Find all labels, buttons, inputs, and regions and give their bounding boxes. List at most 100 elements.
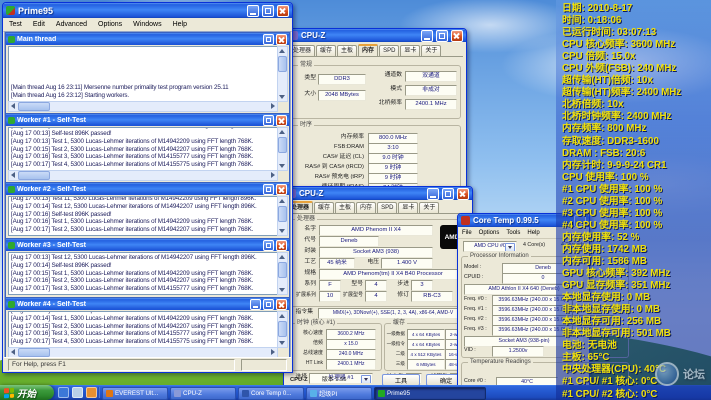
- close-icon[interactable]: [276, 34, 287, 45]
- scrollbar-thumb[interactable]: [18, 171, 50, 180]
- close-icon[interactable]: [276, 184, 287, 195]
- cpu-family-value: F: [319, 280, 341, 291]
- cpuz-tab[interactable]: 内存: [358, 44, 378, 56]
- clocks-group: 时钟 (核心 #1) 核心速度 3600.2 MHz 倍频 x 15.0 总线速…: [288, 323, 382, 371]
- close-icon[interactable]: [276, 240, 287, 251]
- scrollbar-thumb[interactable]: [18, 102, 50, 111]
- cpuz-memory-titlebar[interactable]: CPU-Z: [286, 29, 466, 42]
- minimize-icon[interactable]: [427, 188, 439, 200]
- cpuz-tab[interactable]: 主板: [337, 45, 357, 56]
- cpuz-tab[interactable]: 主板: [335, 202, 355, 213]
- close-icon[interactable]: [451, 30, 463, 42]
- horizontal-scrollbar[interactable]: [8, 170, 278, 181]
- vertical-scrollbar[interactable]: [277, 196, 288, 236]
- quick-launch-icon[interactable]: [58, 387, 69, 398]
- close-icon[interactable]: [457, 188, 469, 200]
- taskbar-button[interactable]: EVEREST Ult...: [102, 387, 168, 400]
- menu-item[interactable]: Tools: [506, 230, 520, 236]
- memory-type-value: DDR3: [318, 74, 366, 85]
- osd-stat-line: 超传输(HT)频率: 2400 MHz: [562, 87, 711, 99]
- taskbar-button[interactable]: Prime95: [374, 387, 486, 400]
- menu-item[interactable]: Advanced: [56, 21, 87, 28]
- scrollbar-thumb[interactable]: [278, 56, 287, 72]
- cpuz-cpu-window: CPU-Z 处理器缓存主板内存SPD显卡关于 处理器 名字 AMD Phenom…: [283, 186, 473, 388]
- child-window-title: Main thread: [17, 36, 261, 43]
- maximize-icon[interactable]: [263, 34, 274, 45]
- worker-icon: [8, 117, 15, 124]
- prime95-statusbar: For Help, press F1: [4, 357, 291, 371]
- quick-launch-icon[interactable]: [72, 387, 83, 398]
- prime95-titlebar[interactable]: Prime95: [3, 3, 292, 18]
- horizontal-scrollbar[interactable]: [8, 101, 278, 112]
- child-titlebar[interactable]: Worker #1 - Self-Test: [6, 114, 289, 126]
- menu-item[interactable]: Options: [98, 21, 122, 28]
- log-line: [Aug 17 00:16] Test 3, 5300 Lucas-Lehmer…: [11, 153, 275, 161]
- cpu-spec-value: AMD Phenom(tm) II X4 B40 Processor: [319, 269, 467, 280]
- menu-item[interactable]: Windows: [133, 21, 161, 28]
- cpuz-tab[interactable]: 显卡: [400, 45, 420, 56]
- maximize-icon[interactable]: [442, 188, 454, 200]
- cpuz-tab[interactable]: 关于: [419, 202, 439, 213]
- osd-stat-line: 内存使用率: 52 %: [562, 232, 711, 244]
- start-button[interactable]: 开始: [0, 385, 54, 400]
- maximize-icon[interactable]: [263, 115, 274, 126]
- close-icon[interactable]: [276, 115, 287, 126]
- menu-item[interactable]: Test: [9, 21, 22, 28]
- menu-item[interactable]: Edit: [33, 21, 45, 28]
- cpuz-tab[interactable]: 缓存: [314, 202, 334, 213]
- cpuz-tab[interactable]: 关于: [421, 45, 441, 56]
- start-label: 开始: [17, 386, 36, 400]
- scrollbar-thumb[interactable]: [278, 262, 287, 278]
- menu-item[interactable]: Help: [527, 230, 539, 236]
- menu-item[interactable]: Help: [173, 21, 187, 28]
- taskbar-button[interactable]: CPU-Z: [170, 387, 236, 400]
- cpu-select-dropdown[interactable]: AMD CPU #0: [463, 241, 517, 252]
- chevron-down-icon[interactable]: [505, 243, 515, 252]
- osd-stat-line: 非本地显存使用: 0 MB: [562, 304, 711, 316]
- child-window-title: Worker #1 - Self-Test: [17, 117, 261, 124]
- child-titlebar[interactable]: Main thread: [6, 33, 289, 45]
- window-title: Prime95: [18, 6, 244, 16]
- scrollbar-thumb[interactable]: [278, 321, 287, 337]
- child-titlebar[interactable]: Worker #2 - Self-Test: [6, 183, 289, 195]
- vertical-scrollbar[interactable]: [277, 46, 288, 102]
- cpuz-tab[interactable]: 显卡: [398, 202, 418, 213]
- cpuz-tab[interactable]: 内存: [356, 202, 376, 213]
- cpuz-cpu-titlebar[interactable]: CPU-Z: [284, 187, 472, 200]
- cpuz-tab[interactable]: 缓存: [316, 45, 336, 56]
- maximize-icon[interactable]: [436, 30, 448, 42]
- timing-row: 内存频率 800.0 MHz: [292, 133, 460, 143]
- maximize-icon[interactable]: [262, 5, 274, 17]
- log-line: [Aug 17 00:14] Test 1, 5300 Lucas-Lehmer…: [11, 315, 275, 323]
- close-icon[interactable]: [276, 299, 287, 310]
- cpu-voltage-value: 1.400 V: [381, 258, 433, 269]
- quick-launch-icon[interactable]: [86, 387, 97, 398]
- vertical-scrollbar[interactable]: [277, 127, 288, 171]
- log-line: [Aug 17 00:15] Test 1, 5300 Lucas-Lehmer…: [11, 270, 275, 278]
- maximize-icon[interactable]: [263, 240, 274, 251]
- menu-item[interactable]: File: [462, 230, 472, 236]
- cpuz-tab[interactable]: SPD: [377, 202, 397, 213]
- close-icon[interactable]: [277, 5, 289, 17]
- minimize-icon[interactable]: [421, 30, 433, 42]
- cpuz-tab[interactable]: SPD: [379, 45, 399, 56]
- menu-item[interactable]: Options: [479, 230, 500, 236]
- scrollbar-thumb[interactable]: [278, 206, 287, 222]
- maximize-icon[interactable]: [263, 184, 274, 195]
- minimize-icon[interactable]: [250, 299, 261, 310]
- cpu-tech-value: 45 纳米: [319, 258, 355, 269]
- minimize-icon[interactable]: [247, 5, 259, 17]
- scrollbar-thumb[interactable]: [278, 137, 287, 153]
- vertical-scrollbar[interactable]: [277, 311, 288, 348]
- child-titlebar[interactable]: Worker #4 - Self-Test: [6, 298, 289, 310]
- child-titlebar[interactable]: Worker #3 - Self-Test: [6, 239, 289, 251]
- vertical-scrollbar[interactable]: [277, 252, 288, 295]
- taskbar-button[interactable]: 超级PI: [306, 387, 372, 400]
- scrollbar-thumb[interactable]: [18, 348, 50, 357]
- log-line: [Aug 17 00:16] Test 3, 5300 Lucas-Lehmer…: [11, 330, 275, 338]
- taskbar-button[interactable]: Core Temp 0...: [238, 387, 304, 400]
- maximize-icon[interactable]: [263, 299, 274, 310]
- osd-stat-line: CPU 核心频率: 3600 MHz: [562, 39, 711, 51]
- timing-row: RAS# 到 CAS# (tRCD) 9 时钟: [292, 163, 460, 173]
- cpuz-version-label: 版本 1.55: [322, 376, 366, 385]
